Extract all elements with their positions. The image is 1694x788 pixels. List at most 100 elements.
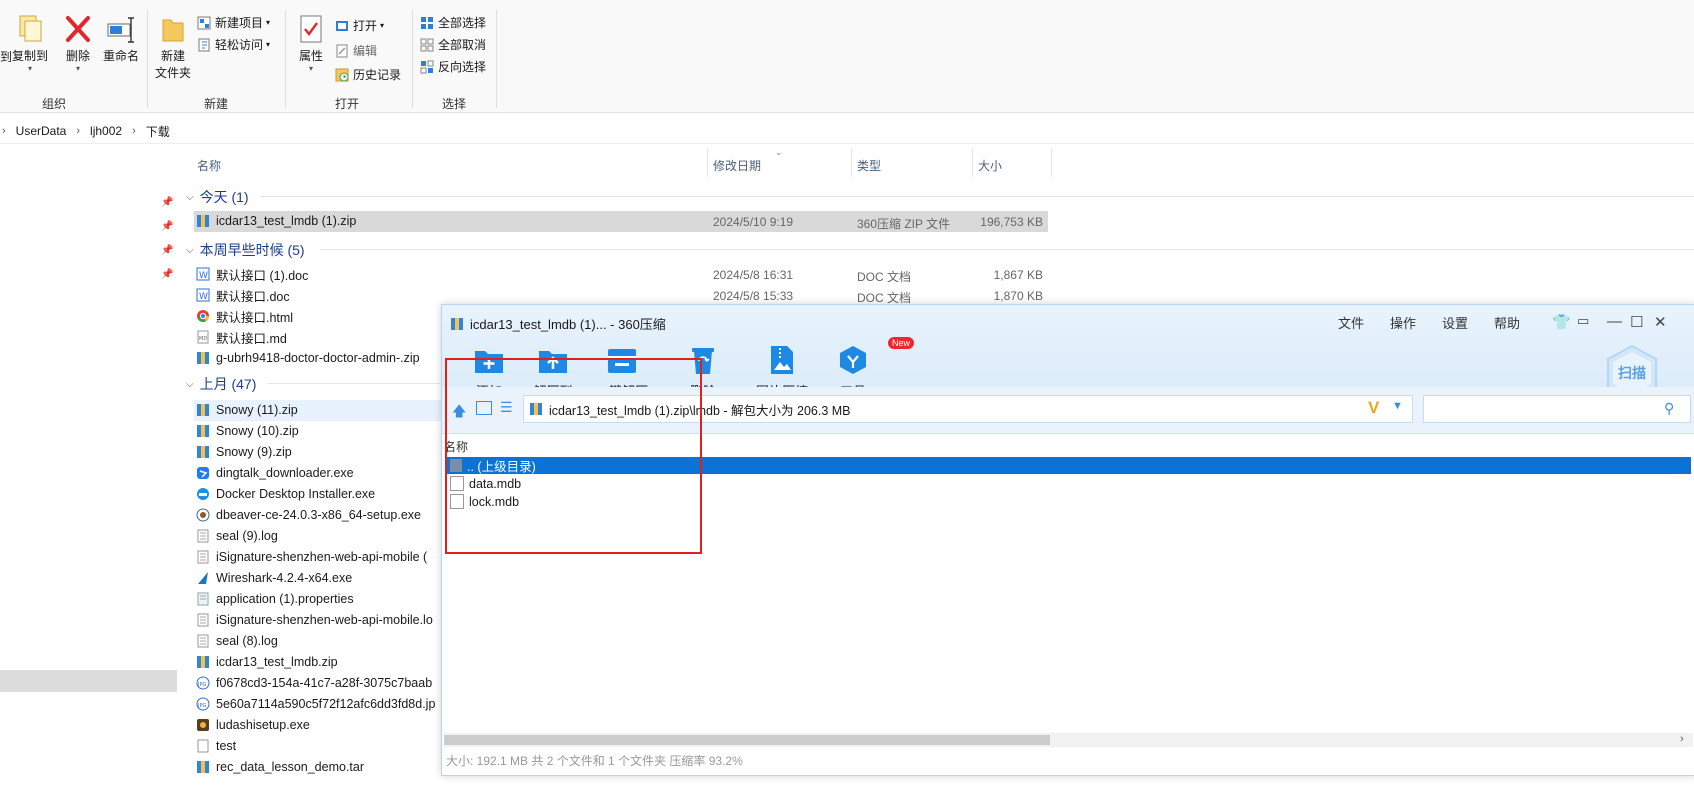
edit-button[interactable]: 编辑 bbox=[335, 42, 377, 59]
close-icon[interactable]: ✕ bbox=[1654, 313, 1667, 331]
file-name: dbeaver-ce-24.0.3-x86_64-setup.exe bbox=[216, 508, 421, 522]
file-row[interactable]: W 默认接口 (1).doc bbox=[196, 264, 308, 284]
column-divider[interactable] bbox=[707, 149, 708, 177]
new-folder-line2: 文件夹 bbox=[154, 66, 191, 80]
image-compress-icon bbox=[765, 343, 799, 377]
new-folder-button[interactable]: 新建 文件夹 bbox=[153, 14, 193, 81]
file-row[interactable]: Snowy (10).zip bbox=[196, 421, 299, 441]
divider bbox=[0, 143, 1694, 144]
group-header-this-week[interactable]: ⌵ 本周早些时候 (5) bbox=[186, 240, 305, 260]
group-label-new: 新建 bbox=[204, 97, 229, 111]
column-header-type[interactable]: 类型 bbox=[857, 157, 881, 174]
select-all-button[interactable]: 全部选择 bbox=[420, 14, 486, 31]
file-row[interactable]: icdar13_test_lmdb.zip bbox=[196, 652, 338, 672]
file-name: icdar13_test_lmdb.zip bbox=[216, 655, 338, 669]
file-type: DOC 文档 bbox=[857, 270, 912, 284]
group-label-organize: 组织 bbox=[42, 97, 67, 111]
open-button[interactable]: 打开 ▾ bbox=[335, 17, 384, 34]
dropdown-arrow-icon[interactable]: ▼ bbox=[1392, 400, 1403, 412]
group-divider bbox=[320, 249, 1694, 250]
group-title: 上月 (47) bbox=[199, 376, 257, 392]
delete-button[interactable]: 删除 ▾ bbox=[62, 14, 94, 73]
ribbon-divider bbox=[412, 10, 413, 108]
folder-icon bbox=[160, 14, 186, 44]
file-row[interactable]: application (1).properties bbox=[196, 589, 354, 609]
breadcrumb-item-downloads[interactable]: 下载 bbox=[146, 123, 170, 140]
pin-icon[interactable]: 📌 bbox=[161, 269, 173, 280]
file-row[interactable]: dbeaver-ce-24.0.3-x86_64-setup.exe bbox=[196, 505, 421, 525]
column-divider[interactable] bbox=[851, 149, 852, 177]
file-row[interactable]: iSignature-shenzhen-web-api-mobile.lo bbox=[196, 610, 433, 630]
file-name: rec_data_lesson_demo.tar bbox=[216, 760, 365, 774]
delete-label: 删除 bbox=[65, 49, 90, 63]
properties-button[interactable]: 属性 ▾ bbox=[293, 14, 329, 73]
file-row[interactable]: MD 默认接口.md bbox=[196, 327, 287, 347]
group-header-today[interactable]: ⌵ 今天 (1) bbox=[186, 187, 249, 207]
file-name: 默认接口 (1).doc bbox=[216, 268, 309, 283]
breadcrumb-item-userdata[interactable]: UserData bbox=[16, 124, 67, 138]
menu-file[interactable]: 文件 bbox=[1338, 313, 1364, 332]
file-row[interactable]: iSignature-shenzhen-web-api-mobile ( bbox=[196, 547, 427, 567]
edit-icon bbox=[335, 44, 349, 58]
text-file-icon bbox=[196, 613, 210, 627]
file-row[interactable]: seal (8).log bbox=[196, 631, 278, 651]
file-row[interactable]: test bbox=[196, 736, 236, 756]
rename-button[interactable]: 重命名 bbox=[101, 14, 141, 64]
file-row[interactable]: g-ubrh9418-doctor-doctor-admin-.zip bbox=[196, 348, 420, 368]
menu-help[interactable]: 帮助 bbox=[1494, 313, 1520, 332]
history-button[interactable]: 历史记录 bbox=[335, 66, 401, 83]
easy-access-button[interactable]: 轻松访问 ▾ bbox=[197, 36, 270, 53]
file-row[interactable]: icdar13_test_lmdb (1).zip bbox=[196, 211, 356, 231]
nav-pane-selected-item[interactable] bbox=[0, 670, 177, 692]
zip-window-title: icdar13_test_lmdb (1)... - 360压缩 bbox=[470, 317, 666, 332]
zip-status-bar: 大小: 192.1 MB 共 2 个文件和 1 个文件夹 压缩率 93.2% bbox=[446, 754, 743, 768]
file-row[interactable]: W 默认接口.doc bbox=[196, 285, 290, 305]
column-divider[interactable] bbox=[972, 149, 973, 177]
feedback-icon[interactable]: ▭ bbox=[1577, 313, 1589, 329]
file-row[interactable]: seal (9).log bbox=[196, 526, 278, 546]
skin-shirt-icon[interactable]: 👕 bbox=[1552, 313, 1571, 331]
pin-icon[interactable]: 📌 bbox=[161, 197, 173, 208]
menu-settings[interactable]: 设置 bbox=[1442, 313, 1468, 332]
menu-operation[interactable]: 操作 bbox=[1390, 313, 1416, 332]
column-header-size[interactable]: 大小 bbox=[978, 157, 1002, 174]
select-none-button[interactable]: 全部取消 bbox=[420, 36, 486, 53]
select-all-label: 全部选择 bbox=[438, 16, 487, 30]
file-row[interactable]: Docker Desktop Installer.exe bbox=[196, 484, 375, 504]
file-row[interactable]: JPG f0678cd3-154a-41c7-a28f-3075c7baab bbox=[196, 673, 432, 693]
open-icon bbox=[335, 19, 349, 33]
zip-archive-icon bbox=[196, 424, 210, 438]
invert-selection-icon bbox=[420, 60, 434, 74]
horizontal-scrollbar[interactable]: › bbox=[444, 733, 1693, 747]
file-row[interactable]: Snowy (11).zip bbox=[196, 400, 298, 420]
maximize-icon[interactable]: ☐ bbox=[1630, 313, 1643, 331]
pin-icon[interactable]: 📌 bbox=[161, 221, 173, 232]
zip-search-input[interactable]: ⚲ bbox=[1423, 395, 1691, 423]
scroll-right-icon[interactable]: › bbox=[1680, 733, 1684, 745]
column-divider[interactable] bbox=[1051, 149, 1052, 177]
pin-icon[interactable]: 📌 bbox=[161, 245, 173, 256]
zip-window-title-bar[interactable]: icdar13_test_lmdb (1)... - 360压缩 bbox=[450, 314, 666, 333]
breadcrumb-item-ljh002[interactable]: ljh002 bbox=[90, 124, 122, 138]
file-row[interactable]: JPG 5e60a7114a590c5f72f12afc6dd3fd8d.jp bbox=[196, 694, 435, 714]
column-header-name[interactable]: 名称 bbox=[197, 157, 221, 174]
v-logo-icon[interactable]: V bbox=[1368, 398, 1379, 418]
file-row[interactable]: rec_data_lesson_demo.tar bbox=[196, 757, 364, 777]
file-row[interactable]: 默认接口.html bbox=[196, 306, 293, 326]
breadcrumb: › UserData › ljh002 › 下载 bbox=[0, 120, 170, 142]
new-item-icon bbox=[197, 16, 211, 30]
file-row[interactable]: ludashisetup.exe bbox=[196, 715, 310, 735]
file-row[interactable]: dingtalk_downloader.exe bbox=[196, 463, 354, 483]
copy-to-button[interactable]: 复制到 ▾ bbox=[10, 14, 50, 73]
file-name: iSignature-shenzhen-web-api-mobile.lo bbox=[216, 613, 433, 627]
search-icon[interactable]: ⚲ bbox=[1664, 400, 1674, 417]
file-name: 5e60a7114a590c5f72f12afc6dd3fd8d.jp bbox=[216, 697, 436, 711]
file-row[interactable]: Snowy (9).zip bbox=[196, 442, 292, 462]
new-item-button[interactable]: 新建项目 ▾ bbox=[197, 14, 270, 31]
file-row[interactable]: Wireshark-4.2.4-x64.exe bbox=[196, 568, 352, 588]
column-header-modified[interactable]: 修改日期 bbox=[713, 157, 761, 174]
minimize-icon[interactable]: — bbox=[1607, 313, 1622, 330]
group-header-last-month[interactable]: ⌵ 上月 (47) bbox=[186, 374, 256, 394]
invert-selection-button[interactable]: 反向选择 bbox=[420, 58, 486, 75]
scrollbar-thumb[interactable] bbox=[444, 735, 1050, 745]
